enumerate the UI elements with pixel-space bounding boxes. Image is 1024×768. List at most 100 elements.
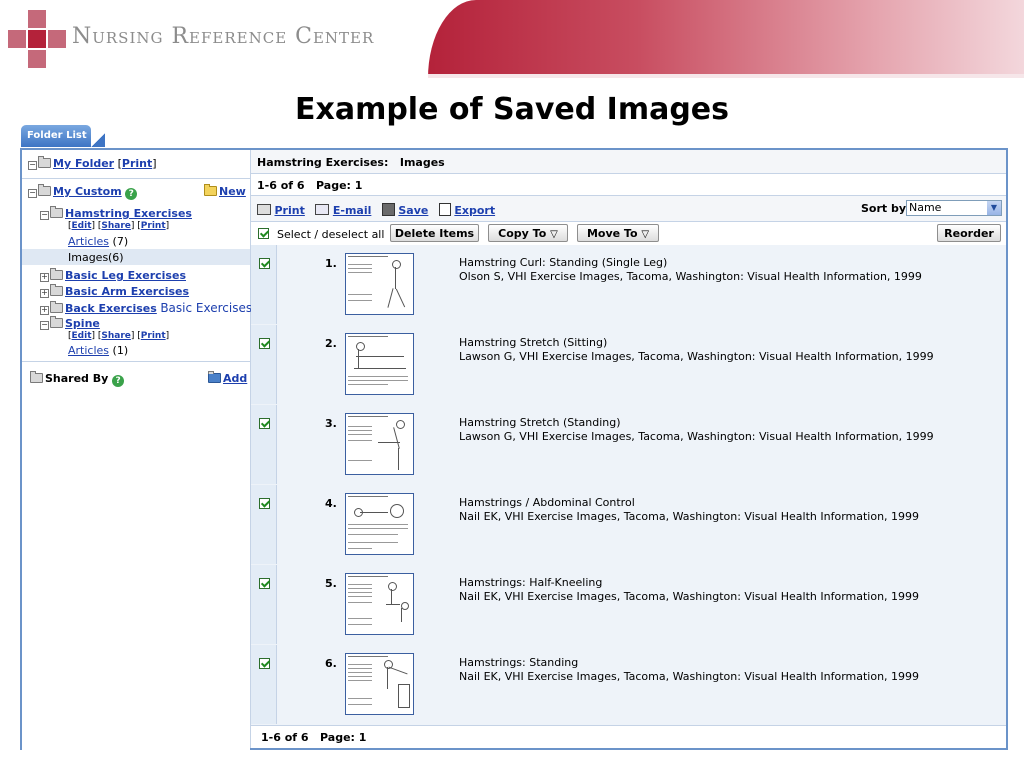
item-checkbox[interactable] — [259, 658, 270, 669]
spine-print-link[interactable]: Print — [141, 331, 166, 341]
help-icon[interactable]: ? — [125, 188, 138, 200]
email-link[interactable]: E-mail — [333, 204, 372, 217]
collapse-toggle-icon[interactable]: − — [40, 211, 49, 220]
hamstring-articles-link[interactable]: Articles — [68, 235, 109, 248]
add-shared-link[interactable]: Add — [223, 372, 247, 385]
item-checkbox[interactable] — [259, 418, 270, 429]
chevron-down-icon: ▼ — [987, 201, 1001, 215]
item-checkbox[interactable] — [259, 498, 270, 509]
hamstring-images-count: (6) — [108, 251, 124, 264]
item-title[interactable]: Hamstring Curl: Standing (Single Leg) — [459, 256, 667, 269]
my-custom-link[interactable]: My Custom — [53, 185, 122, 198]
expand-toggle-icon[interactable]: + — [40, 306, 49, 315]
exercise-thumbnail-image[interactable] — [345, 573, 414, 635]
reorder-button[interactable]: Reorder — [937, 224, 1001, 242]
sidebar: − My Folder [Print] − My Custom ? New − Ham… — [22, 150, 253, 750]
my-folder-print-link[interactable]: Print — [122, 157, 152, 170]
main-content: Hamstring Exercises: Images 1-6 of 6 Pag… — [251, 150, 1006, 748]
folder-spine[interactable]: Spine — [65, 317, 100, 330]
sort-by-select[interactable]: Name ▼ — [906, 200, 1002, 216]
toolbar: Print E-mail Save Export Sort by: Name ▼ — [251, 196, 1006, 222]
save-icon[interactable] — [381, 203, 395, 216]
list-item: 5. Hamstrings: Half-Kneeling Nail EK, VH… — [251, 565, 1006, 646]
exercise-thumbnail-image[interactable] — [345, 333, 414, 395]
print-link[interactable]: Print — [275, 204, 305, 217]
move-to-button[interactable]: Move To ▽ — [577, 224, 659, 242]
spine-edit-link[interactable]: Edit — [72, 331, 92, 341]
expand-toggle-icon[interactable]: + — [40, 273, 49, 282]
folder-panel: − My Folder [Print] − My Custom ? New − Ham… — [20, 148, 1008, 750]
logo-cross-icon — [8, 10, 68, 70]
exercise-thumbnail-image[interactable] — [345, 253, 414, 315]
item-citation: Olson S, VHI Exercise Images, Tacoma, Wa… — [459, 270, 922, 283]
folder-heading: Hamstring Exercises: Images — [257, 156, 445, 169]
results-header: Hamstring Exercises: Images — [251, 150, 1006, 174]
item-checkbox[interactable] — [259, 578, 270, 589]
email-icon[interactable] — [315, 204, 330, 215]
new-folder-icon[interactable] — [204, 184, 217, 196]
hamstring-images-selected[interactable]: Images (6) — [22, 249, 250, 265]
copy-to-button[interactable]: Copy To ▽ — [488, 224, 568, 242]
paging-top-bar: 1-6 of 6 Page: 1 — [251, 174, 1006, 196]
actions-bar: Select / deselect all Delete Items Copy … — [251, 222, 1006, 246]
list-item: 2. Hamstring Stretch (Sitting) Lawson G,… — [251, 325, 1006, 406]
folder-basic-leg-exercises[interactable]: Basic Leg Exercises — [65, 269, 186, 282]
item-citation: Nail EK, VHI Exercise Images, Tacoma, Wa… — [459, 590, 920, 603]
new-folder-link[interactable]: New — [219, 185, 246, 198]
collapse-toggle-icon[interactable]: − — [40, 321, 49, 330]
hamstring-articles-count: (7) — [112, 235, 129, 248]
shared-by-label: Shared By — [45, 372, 109, 385]
expand-toggle-icon[interactable]: + — [40, 289, 49, 298]
brand-name: Nursing Reference Center — [72, 24, 375, 49]
hamstring-share-link[interactable]: Share — [101, 221, 131, 231]
collapse-toggle-icon[interactable]: − — [28, 161, 37, 170]
export-icon[interactable] — [438, 203, 451, 216]
export-link[interactable]: Export — [454, 204, 495, 217]
item-checkbox[interactable] — [259, 338, 270, 349]
exercise-thumbnail-image[interactable] — [345, 653, 414, 715]
folder-basic-arm-exercises[interactable]: Basic Arm Exercises — [65, 285, 189, 298]
item-number: 1. — [325, 257, 337, 270]
spine-articles-link[interactable]: Articles — [68, 344, 109, 357]
basic-exercises-text: Basic Exercises — [160, 301, 253, 315]
triangle-down-icon: ▽ — [641, 229, 650, 240]
save-link[interactable]: Save — [398, 204, 428, 217]
shared-by-section: Shared By ? Add — [22, 362, 250, 750]
folder-icon — [50, 268, 63, 280]
item-number: 5. — [325, 577, 337, 590]
exercise-thumbnail-image[interactable] — [345, 493, 414, 555]
item-checkbox[interactable] — [259, 258, 270, 269]
folder-hamstring-exercises[interactable]: Hamstring Exercises — [65, 207, 192, 220]
help-icon[interactable]: ? — [112, 375, 125, 387]
my-folder-link[interactable]: My Folder — [53, 157, 114, 170]
item-title[interactable]: Hamstring Stretch (Sitting) — [459, 336, 607, 349]
item-number: 4. — [325, 497, 337, 510]
hamstring-print-link[interactable]: Print — [141, 221, 166, 231]
hamstring-edit-link[interactable]: Edit — [72, 221, 92, 231]
delete-items-button[interactable]: Delete Items — [390, 224, 479, 242]
header: Nursing Reference Center — [0, 0, 1024, 80]
item-title[interactable]: Hamstring Stretch (Standing) — [459, 416, 621, 429]
item-citation: Lawson G, VHI Exercise Images, Tacoma, W… — [459, 430, 934, 443]
triangle-down-icon: ▽ — [550, 229, 558, 240]
item-title[interactable]: Hamstrings / Abdominal Control — [459, 496, 635, 509]
item-title[interactable]: Hamstrings: Half-Kneeling — [459, 576, 602, 589]
exercise-thumbnail-image[interactable] — [345, 413, 414, 475]
add-shared-icon[interactable] — [208, 371, 221, 383]
header-band — [428, 0, 1024, 78]
spine-share-link[interactable]: Share — [101, 331, 131, 341]
item-title[interactable]: Hamstrings: Standing — [459, 656, 578, 669]
page-title: Example of Saved Images — [294, 92, 730, 127]
spine-articles-count: (1) — [112, 344, 129, 357]
folder-back-exercises[interactable]: Back Exercises — [65, 302, 157, 315]
collapse-toggle-icon[interactable]: − — [28, 189, 37, 198]
list-item: 3. Hamstring Stretch (Standing) Lawson G… — [251, 405, 1006, 486]
select-all-checkbox[interactable] — [258, 228, 269, 239]
print-icon[interactable] — [257, 204, 271, 215]
folder-icon — [30, 371, 43, 383]
item-number: 3. — [325, 417, 337, 430]
item-number: 2. — [325, 337, 337, 350]
sort-by-value: Name — [909, 201, 942, 214]
tab-folder-list[interactable]: Folder List — [21, 125, 105, 147]
item-number: 6. — [325, 657, 337, 670]
